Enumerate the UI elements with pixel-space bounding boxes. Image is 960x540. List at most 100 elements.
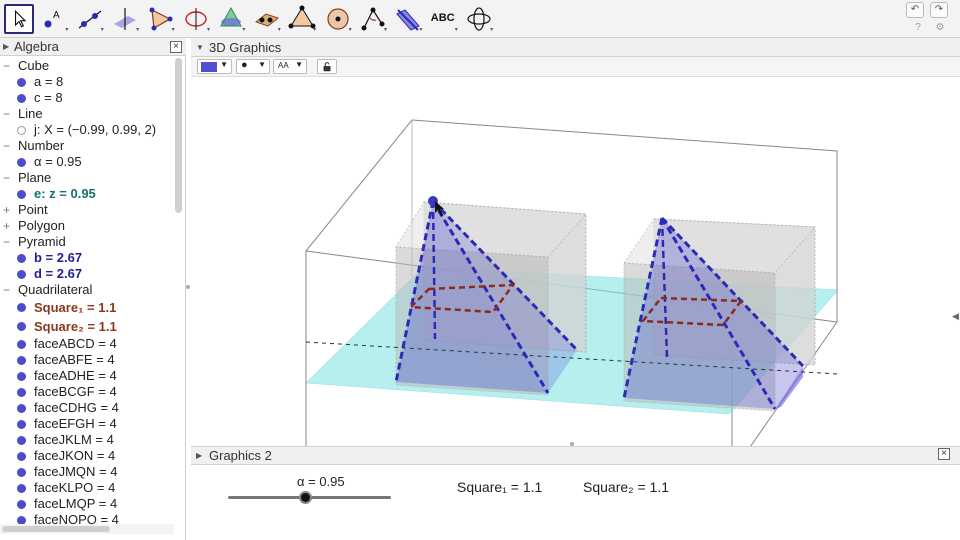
close-graphics2-icon[interactable]: × — [938, 448, 950, 460]
expand-icon[interactable]: + — [3, 218, 10, 234]
gear-icon[interactable]: ⚙ — [934, 22, 946, 34]
algebra-item[interactable]: faceJKLM = 4 — [0, 432, 174, 448]
algebra-item[interactable]: c = 8 — [0, 90, 174, 106]
close-algebra-icon[interactable]: × — [170, 41, 182, 53]
reflect-tool-icon[interactable]: ▾ — [393, 4, 423, 34]
perspective-arrow-icon[interactable]: ◀ — [952, 311, 960, 323]
algebra-item[interactable]: e: z = 0.95 — [0, 186, 174, 202]
algebra-item[interactable]: faceADHE = 4 — [0, 368, 174, 384]
polygon-tool-icon[interactable]: ▾ — [146, 4, 176, 34]
visibility-toggle-icon[interactable] — [17, 78, 26, 87]
algebra-item[interactable]: a = 8 — [0, 74, 174, 90]
visibility-toggle-icon[interactable] — [17, 254, 26, 263]
point-tool-icon[interactable]: A ▾ — [39, 4, 69, 34]
algebra-category[interactable]: − Cube — [0, 58, 174, 74]
plane-tool-icon[interactable]: ▾ — [252, 4, 282, 34]
visibility-toggle-icon[interactable] — [17, 322, 26, 331]
algebra-item-value: Square₂ = 1.1 — [34, 319, 117, 334]
angle-tool-icon[interactable]: ▾ — [358, 4, 388, 34]
redo-icon[interactable]: ↷ — [930, 2, 948, 18]
visibility-toggle-icon[interactable] — [17, 404, 26, 413]
point-style-button[interactable]: ● ▼ — [236, 59, 270, 74]
collapse-icon[interactable]: − — [3, 170, 10, 186]
label-style-button[interactable]: AA ▼ — [273, 59, 307, 74]
algebra-item-value: faceKLPO = 4 — [34, 480, 116, 495]
algebra-item[interactable]: Square₂ = 1.1 — [0, 317, 174, 336]
visibility-toggle-icon[interactable] — [17, 420, 26, 429]
algebra-item[interactable]: faceJMQN = 4 — [0, 464, 174, 480]
algebra-item[interactable]: faceLMQP = 4 — [0, 496, 174, 512]
panel-resize-handle[interactable] — [186, 285, 190, 289]
algebra-item[interactable]: faceCDHG = 4 — [0, 400, 174, 416]
algebra-item-value: faceABFE = 4 — [34, 352, 115, 367]
undo-icon[interactable]: ↶ — [906, 2, 924, 18]
algebra-item[interactable]: faceJKON = 4 — [0, 448, 174, 464]
graphics3d-canvas[interactable] — [191, 77, 960, 446]
algebra-item[interactable]: faceABFE = 4 — [0, 352, 174, 368]
algebra-category[interactable]: − Line — [0, 106, 174, 122]
help-icon[interactable]: ? — [912, 22, 924, 34]
lock-button[interactable] — [317, 59, 337, 74]
visibility-toggle-icon[interactable] — [17, 356, 26, 365]
visibility-toggle-icon[interactable] — [17, 158, 26, 167]
perpendicular-tool-icon[interactable]: ▾ — [110, 4, 140, 34]
square1-text: Square₁ = 1.1 — [457, 479, 543, 495]
visibility-toggle-icon[interactable] — [17, 436, 26, 445]
collapse-icon[interactable]: − — [3, 58, 10, 74]
algebra-category[interactable]: − Number — [0, 138, 174, 154]
visibility-toggle-icon[interactable] — [17, 270, 26, 279]
collapse-triangle-icon[interactable]: ▶ — [3, 38, 9, 56]
algebra-category[interactable]: + Polygon — [0, 218, 174, 234]
algebra-item[interactable]: α = 0.95 — [0, 154, 174, 170]
dropdown-caret-icon: ▾ — [454, 27, 458, 33]
algebra-item[interactable]: faceEFGH = 4 — [0, 416, 174, 432]
algebra-category[interactable]: − Plane — [0, 170, 174, 186]
graphics2-title: Graphics 2 — [209, 448, 272, 463]
text-tool-icon[interactable]: ABC ▾ — [429, 4, 459, 34]
collapse-triangle-icon[interactable]: ▶ — [196, 447, 202, 465]
color-picker-button[interactable]: ▼ — [197, 59, 232, 74]
algebra-category[interactable]: − Pyramid — [0, 234, 174, 250]
expand-icon[interactable]: + — [3, 202, 10, 218]
algebra-vertical-scrollbar[interactable] — [175, 58, 182, 213]
algebra-category[interactable]: + Point — [0, 202, 174, 218]
intersect-surfaces-tool-icon[interactable]: ▾ — [216, 4, 246, 34]
visibility-toggle-icon[interactable] — [17, 303, 26, 312]
line-tool-icon[interactable]: ▾ — [75, 4, 105, 34]
collapse-icon[interactable]: − — [3, 138, 10, 154]
algebra-item[interactable]: j: X = (−0.99, 0.99, 2) — [0, 122, 174, 138]
alpha-slider-knob[interactable] — [298, 491, 312, 504]
visibility-toggle-icon[interactable] — [17, 190, 26, 199]
pyramid-tool-icon[interactable]: ▾ — [287, 4, 317, 34]
circle-tool-icon[interactable]: ▾ — [181, 4, 211, 34]
algebra-item[interactable]: d = 2.67 — [0, 266, 174, 282]
sphere-tool-icon[interactable]: ▾ — [323, 4, 353, 34]
algebra-item[interactable]: b = 2.67 — [0, 250, 174, 266]
collapse-icon[interactable]: − — [3, 234, 10, 250]
graphics3d-style-bar: ▼ ● ▼ AA ▼ — [191, 57, 960, 77]
visibility-toggle-icon[interactable] — [17, 452, 26, 461]
algebra-category[interactable]: − Quadrilateral — [0, 282, 174, 298]
algebra-item[interactable]: faceBCGF = 4 — [0, 384, 174, 400]
visibility-toggle-icon[interactable] — [17, 388, 26, 397]
collapse-icon[interactable]: − — [3, 106, 10, 122]
visibility-toggle-icon[interactable] — [17, 372, 26, 381]
move-tool-icon[interactable] — [4, 4, 34, 34]
style-bar-toggle-icon[interactable]: ▼ — [196, 38, 204, 57]
algebra-item[interactable]: faceKLPO = 4 — [0, 480, 174, 496]
visibility-toggle-icon[interactable] — [17, 94, 26, 103]
visibility-toggle-icon[interactable] — [17, 500, 26, 509]
visibility-toggle-icon[interactable] — [17, 340, 26, 349]
visibility-toggle-icon[interactable] — [17, 126, 26, 135]
collapse-icon[interactable]: − — [3, 282, 10, 298]
visibility-toggle-icon[interactable] — [17, 468, 26, 477]
rotate-view-tool-icon[interactable]: ▾ — [464, 4, 494, 34]
algebra-item[interactable]: Square₁ = 1.1 — [0, 298, 174, 317]
algebra-item[interactable]: faceABCD = 4 — [0, 336, 174, 352]
visibility-toggle-icon[interactable] — [17, 484, 26, 493]
algebra-horizontal-scrollbar[interactable] — [0, 524, 174, 534]
visibility-toggle-icon[interactable] — [17, 516, 26, 524]
algebra-item[interactable]: faceNOPQ = 4 — [0, 512, 174, 524]
algebra-category-label: Pyramid — [18, 234, 66, 249]
algebra-item-value: b = 2.67 — [34, 250, 83, 265]
